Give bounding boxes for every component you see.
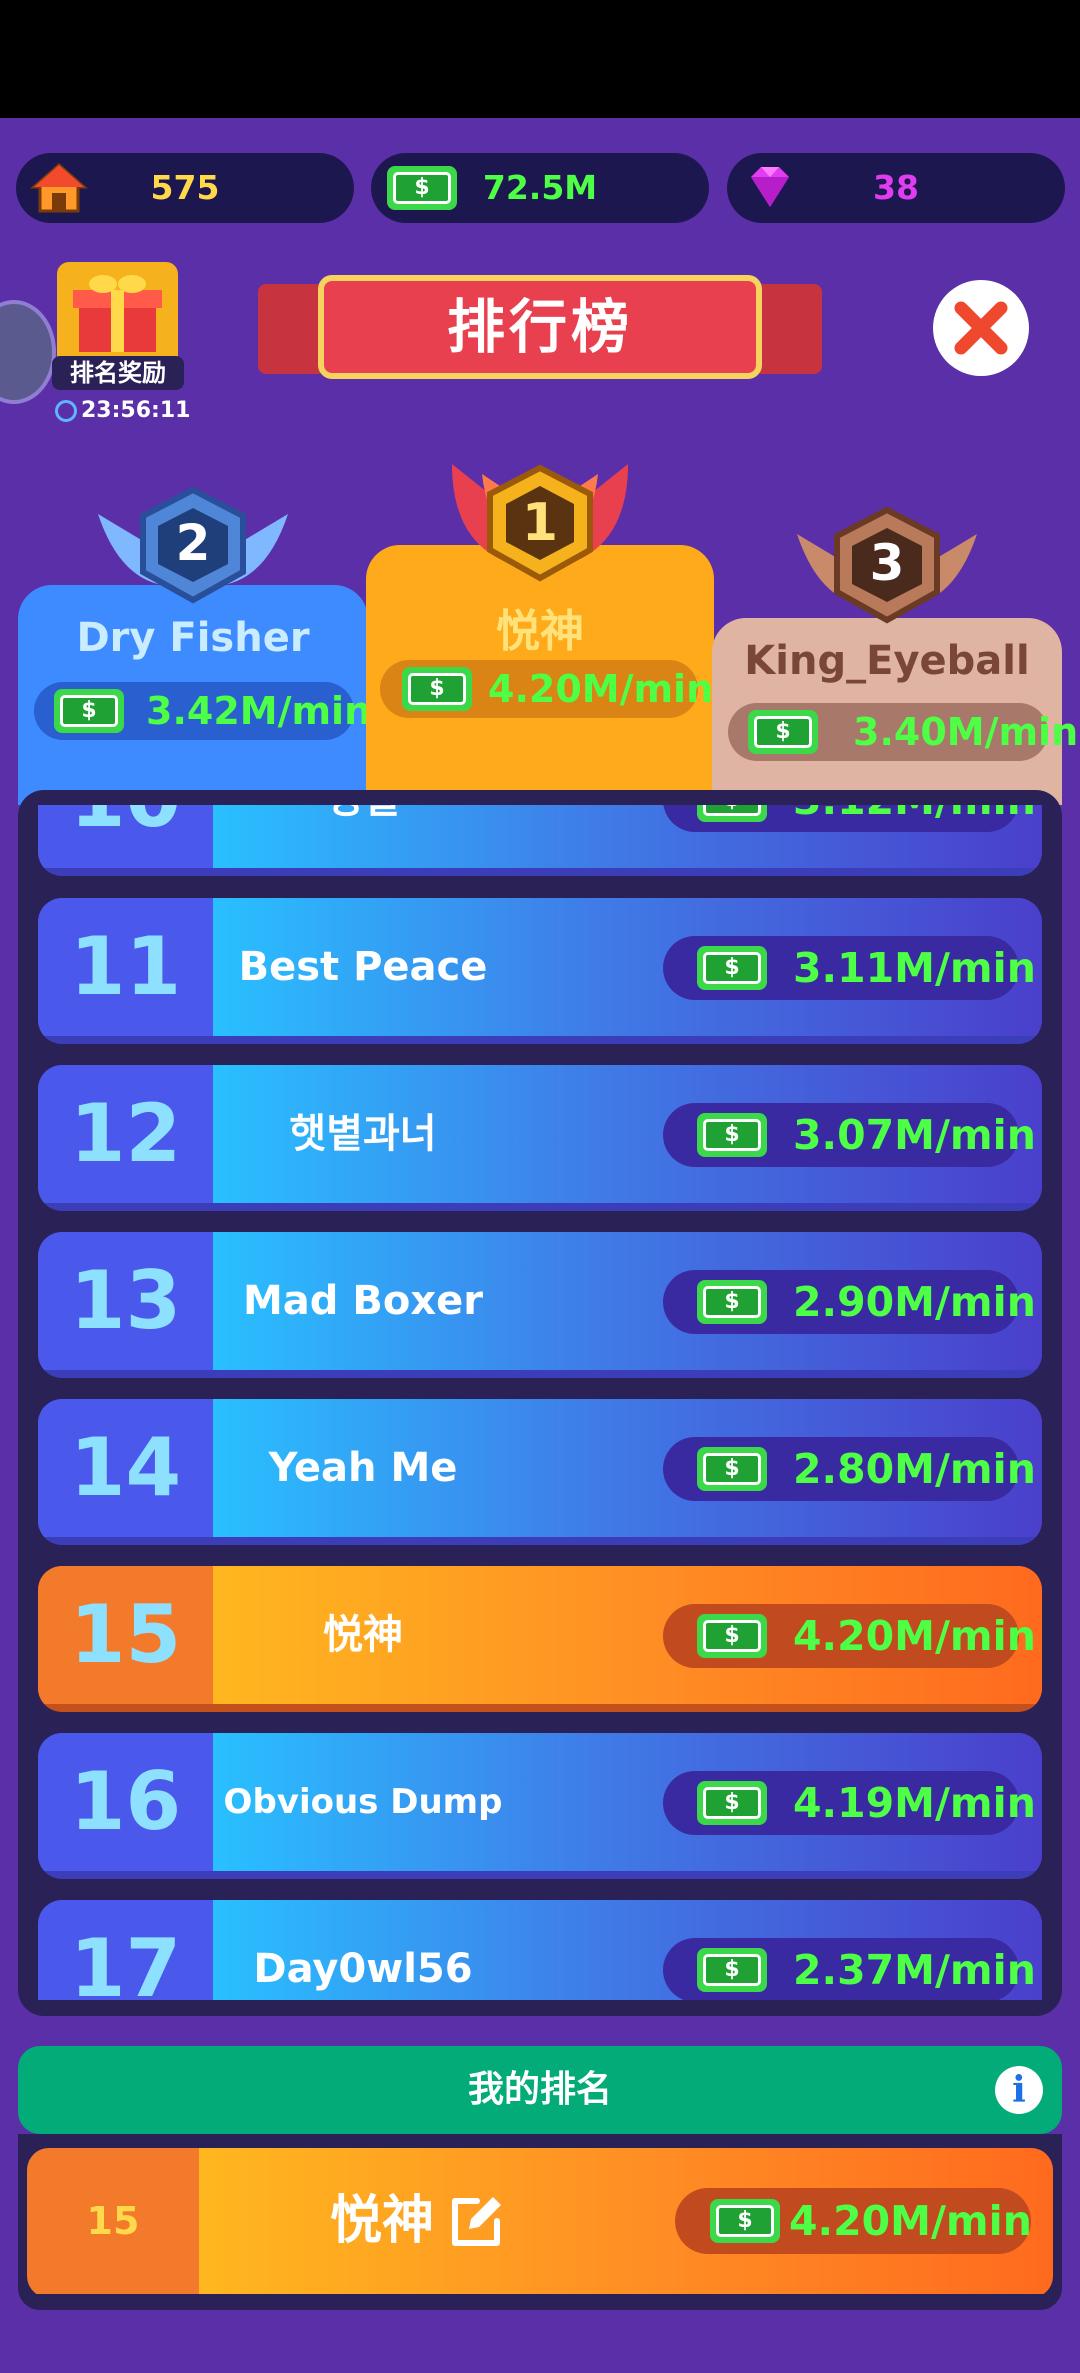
row-rank: 17: [38, 1900, 213, 2000]
cash-icon: $: [697, 1447, 767, 1491]
row-name: Day0wl56: [253, 1946, 473, 1992]
podium-first-score-chip: $ 4.20M/min: [380, 660, 713, 718]
gems-value: 38: [873, 168, 919, 207]
row-rank: 15: [38, 1566, 213, 1704]
row-rank: 16: [38, 1733, 213, 1871]
row-name: 성필: [213, 805, 513, 868]
leaderboard-row[interactable]: 10 성필 $ 3.12M/min: [38, 805, 1042, 876]
banner-ribbon-left: [258, 284, 326, 374]
close-icon: [954, 301, 1008, 355]
cash-icon: $: [402, 667, 472, 711]
homes-counter: 575: [16, 153, 354, 223]
podium-second-score: 3.42M/min: [146, 689, 372, 733]
homes-value: 575: [150, 168, 220, 207]
row-name: Obvious Dump: [223, 1782, 503, 1822]
leaderboard-list[interactable]: 10 성필 $ 3.12M/min 11 Best Peace $ 3.11M/…: [38, 805, 1042, 2000]
leaderboard-row-current-user[interactable]: 15 悦神 $ 4.20M/min: [38, 1566, 1042, 1712]
podium-first-name: 悦神: [496, 606, 584, 657]
gems-counter: 38: [727, 153, 1065, 223]
leaderboard-row[interactable]: 17 Day0wl56 $ 2.37M/min: [38, 1900, 1042, 2000]
clock-icon: [55, 400, 77, 422]
chat-button[interactable]: [0, 300, 56, 404]
row-score: 4.19M/min: [793, 1779, 1036, 1827]
cash-icon: $: [697, 1113, 767, 1157]
row-score: 2.90M/min: [793, 1278, 1036, 1326]
cash-icon: $: [710, 2199, 780, 2243]
my-rank-score: 4.20M/min: [789, 2197, 1032, 2245]
my-rank-number: 15: [27, 2148, 199, 2294]
row-rank: 12: [38, 1065, 213, 1203]
leaderboard-row[interactable]: 12 햇볕과너 $ 3.07M/min: [38, 1065, 1042, 1211]
rank-2-badge-text: 2: [176, 514, 211, 572]
row-name: Mad Boxer: [243, 1278, 483, 1324]
cash-icon: $: [54, 689, 124, 733]
my-rank-row[interactable]: 15 悦神 $ 4.20M/min: [27, 2148, 1053, 2298]
cash-icon: $: [697, 1948, 767, 1992]
close-button[interactable]: [933, 280, 1029, 376]
page-title: 排行榜: [446, 293, 633, 361]
rank-2-badge-icon: 2: [98, 486, 288, 604]
leaderboard-row[interactable]: 13 Mad Boxer $ 2.90M/min: [38, 1232, 1042, 1378]
row-name: 햇볕과너: [289, 1111, 437, 1157]
podium-third-name: King_Eyeball: [744, 638, 1030, 684]
cash-icon: $: [697, 946, 767, 990]
podium-second-score-chip: $ 3.42M/min: [34, 682, 371, 740]
status-bar: [0, 0, 1080, 118]
row-score: 3.11M/min: [793, 944, 1036, 992]
row-score: 2.80M/min: [793, 1445, 1036, 1493]
row-rank: 14: [38, 1399, 213, 1537]
cash-counter: $ 72.5M: [371, 153, 709, 223]
cash-icon: $: [387, 166, 457, 210]
podium-third-score-chip: $ 3.40M/min: [728, 703, 1078, 761]
rank-3-badge-text: 3: [870, 534, 905, 592]
row-rank: 13: [38, 1232, 213, 1370]
leaderboard-row[interactable]: 11 Best Peace $ 3.11M/min: [38, 898, 1042, 1044]
row-score: 3.12M/min: [793, 805, 1036, 832]
podium-second-name: Dry Fisher: [76, 615, 310, 661]
row-rank: 11: [38, 898, 213, 1036]
reward-timer-value: 23:56:11: [81, 398, 191, 423]
podium-first-score: 4.20M/min: [488, 667, 714, 711]
row-name: Yeah Me: [268, 1445, 458, 1491]
my-rank-name: 悦神: [330, 2191, 435, 2251]
cash-icon: $: [748, 710, 818, 754]
cash-icon: $: [697, 1781, 767, 1825]
leaderboard-row[interactable]: 16 Obvious Dump $ 4.19M/min: [38, 1733, 1042, 1879]
cash-icon: $: [697, 1280, 767, 1324]
row-name: Best Peace: [238, 944, 488, 990]
cash-icon: $: [697, 1614, 767, 1658]
edit-name-icon[interactable]: [447, 2193, 505, 2251]
row-score: 3.07M/min: [793, 1111, 1036, 1159]
banner-ribbon-right: [754, 284, 822, 374]
podium-third[interactable]: King_Eyeball $ 3.40M/min: [712, 618, 1078, 805]
podium-second[interactable]: Dry Fisher $ 3.42M/min: [18, 585, 371, 805]
rank-3-badge-icon: 3: [797, 506, 977, 624]
row-score: 2.37M/min: [793, 1946, 1036, 1994]
reward-timer: 23:56:11: [55, 398, 190, 423]
rank-reward-label: 排名奖励: [52, 356, 184, 390]
leaderboard-row[interactable]: 14 Yeah Me $ 2.80M/min: [38, 1399, 1042, 1545]
row-name: 悦神: [323, 1612, 403, 1658]
rank-1-badge-text: 1: [522, 493, 558, 553]
row-rank: 10: [38, 805, 213, 868]
cash-icon: $: [697, 805, 767, 822]
row-score: 4.20M/min: [793, 1612, 1036, 1660]
gift-icon: [73, 275, 162, 352]
podium-third-score: 3.40M/min: [853, 710, 1079, 754]
info-icon[interactable]: i: [995, 2066, 1043, 2114]
my-rank-title: 我的排名: [467, 2069, 612, 2110]
rank-1-badge-icon: 1: [452, 464, 628, 582]
